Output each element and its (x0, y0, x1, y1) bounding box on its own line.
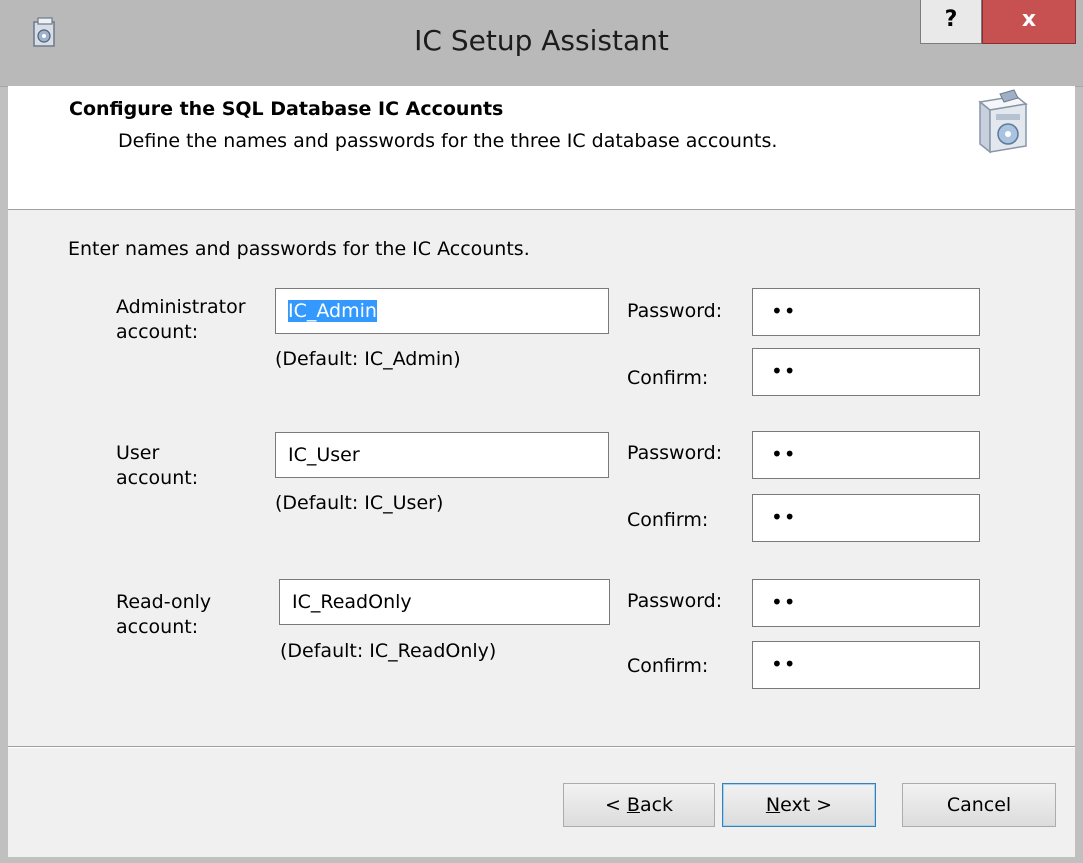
user-account-label-line1: User (116, 442, 160, 464)
user-default-hint: (Default: IC_User) (275, 492, 444, 514)
readonly-account-label-line1: Read-only (116, 591, 212, 613)
user-account-input[interactable]: IC_User (275, 432, 609, 478)
admin-confirm-mask: •• (771, 359, 797, 383)
footer-separator (8, 746, 1075, 748)
user-confirm-mask: •• (771, 505, 797, 529)
user-confirm-field[interactable]: •• (752, 494, 980, 542)
header-panel: Configure the SQL Database IC Accounts D… (8, 86, 1075, 210)
admin-password-field[interactable]: •• (752, 288, 980, 336)
back-button[interactable]: < Back (563, 783, 715, 827)
readonly-confirm-field[interactable]: •• (752, 641, 980, 689)
admin-account-input[interactable]: IC_Admin (275, 288, 609, 334)
user-password-field[interactable]: •• (752, 431, 980, 479)
intro-text: Enter names and passwords for the IC Acc… (68, 238, 530, 260)
readonly-default-hint: (Default: IC_ReadOnly) (280, 640, 497, 662)
next-button-mnemonic: N (765, 794, 781, 816)
readonly-account-input[interactable]: IC_ReadOnly (279, 579, 610, 625)
readonly-password-mask: •• (771, 590, 797, 614)
page-title: Configure the SQL Database IC Accounts (69, 98, 504, 120)
readonly-password-field[interactable]: •• (752, 579, 980, 627)
admin-confirm-field[interactable]: •• (752, 348, 980, 396)
software-box-icon (978, 89, 1028, 154)
next-button[interactable]: Next > (722, 783, 876, 827)
back-button-prefix: < (604, 794, 627, 816)
admin-account-label-line2: account: (116, 321, 199, 343)
back-button-suffix: ack (639, 794, 674, 816)
title-bar: IC Setup Assistant ? x (0, 0, 1083, 87)
close-button[interactable]: x (982, 0, 1076, 44)
readonly-password-label: Password: (627, 590, 723, 612)
user-password-label: Password: (627, 442, 723, 464)
admin-password-mask: •• (771, 299, 797, 323)
admin-default-hint: (Default: IC_Admin) (275, 348, 461, 370)
page-subtitle: Define the names and passwords for the t… (118, 130, 778, 152)
back-button-mnemonic: B (626, 794, 640, 816)
dialog-body: Configure the SQL Database IC Accounts D… (8, 86, 1075, 857)
user-account-label-line2: account: (116, 467, 199, 489)
admin-account-label-line1: Administrator (116, 296, 246, 318)
cancel-button[interactable]: Cancel (902, 783, 1056, 827)
admin-password-label: Password: (627, 300, 723, 322)
user-confirm-label: Confirm: (627, 509, 709, 531)
admin-account-value: IC_Admin (288, 300, 377, 322)
readonly-confirm-label: Confirm: (627, 655, 709, 677)
help-button[interactable]: ? (920, 0, 982, 44)
admin-confirm-label: Confirm: (627, 367, 709, 389)
user-password-mask: •• (771, 442, 797, 466)
next-button-suffix: ext > (780, 794, 833, 816)
readonly-confirm-mask: •• (771, 652, 797, 676)
readonly-account-label-line2: account: (116, 616, 199, 638)
